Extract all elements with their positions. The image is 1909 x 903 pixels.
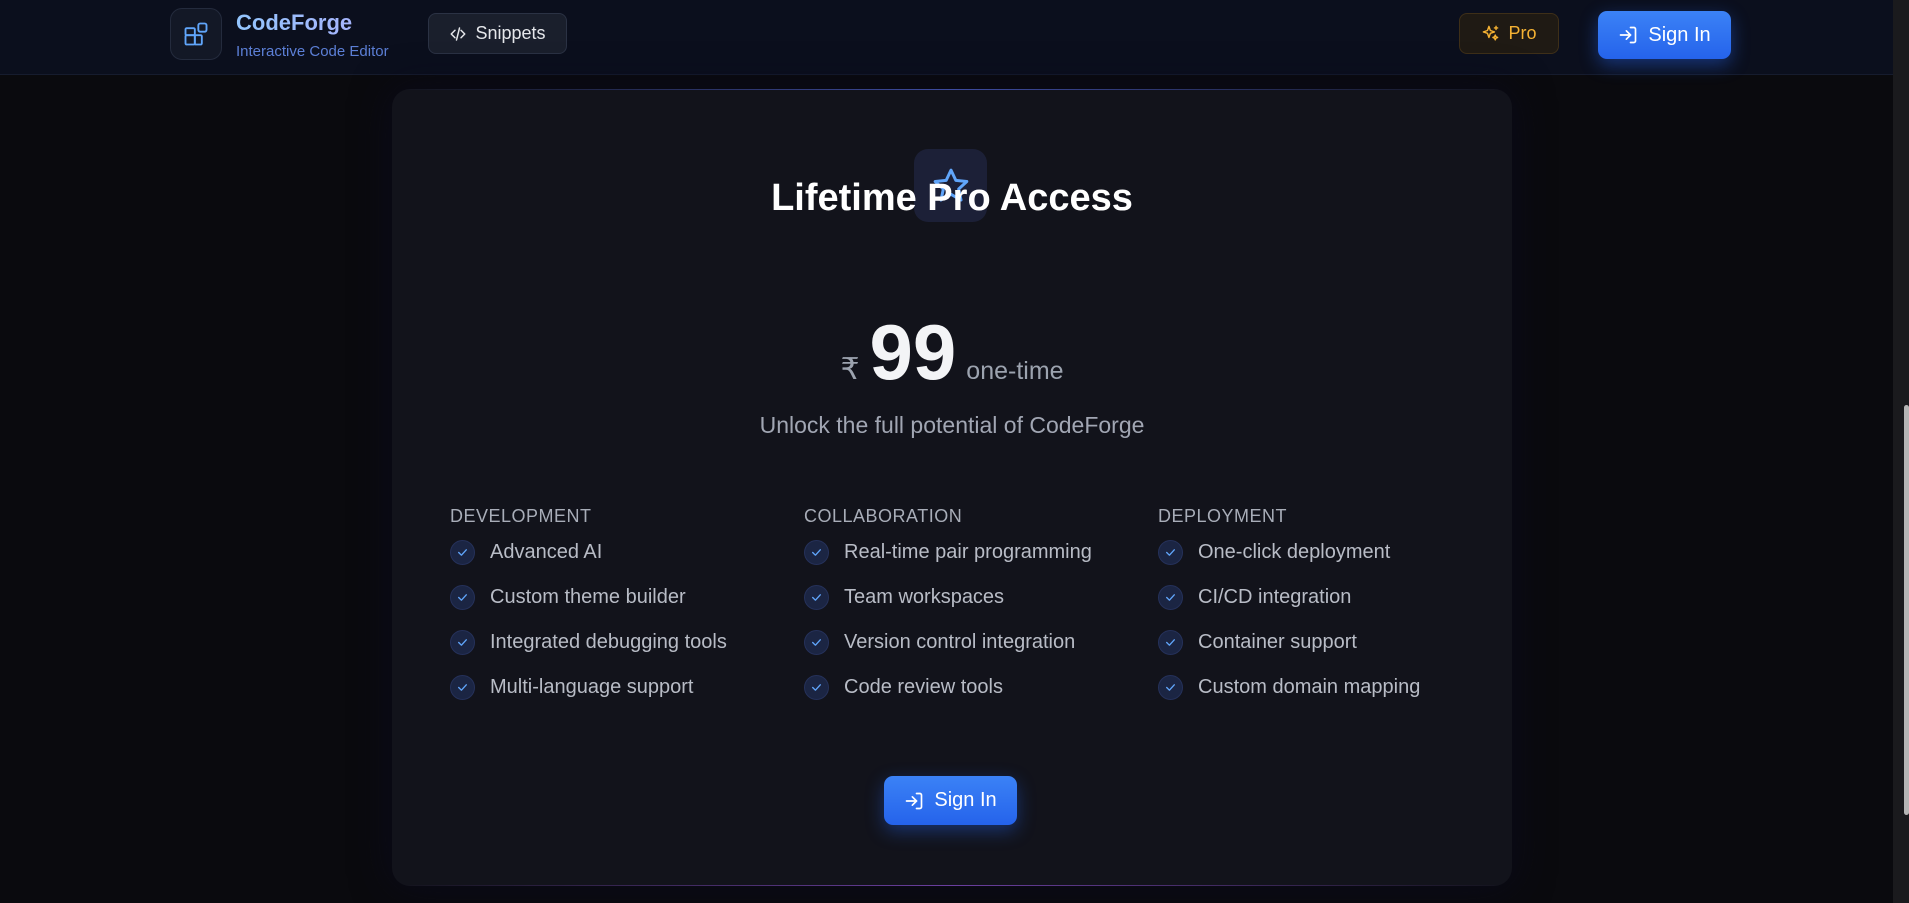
feature-label: CI/CD integration	[1198, 586, 1352, 608]
feature-item: Custom domain mapping	[1158, 665, 1488, 710]
feature-label: Multi-language support	[490, 676, 694, 698]
currency-symbol: ₹	[840, 353, 860, 386]
column-heading: DEVELOPMENT	[450, 506, 592, 526]
scrollbar-thumb[interactable]	[1904, 405, 1909, 815]
sign-in-icon	[1620, 26, 1637, 44]
feature-column-deployment: DEPLOYMENT One-click deployment CI/CD in…	[1158, 506, 1488, 710]
plan-title: Lifetime Pro Access	[771, 177, 1133, 219]
signin-button-header[interactable]: Sign In	[1598, 11, 1731, 59]
plan-tagline: Unlock the full potential of CodeForge	[759, 412, 1145, 438]
column-heading: DEPLOYMENT	[1158, 506, 1288, 526]
feature-item: Advanced AI	[450, 530, 780, 575]
snippets-button[interactable]: Snippets	[428, 13, 567, 54]
check-icon	[804, 675, 829, 700]
check-icon	[450, 630, 475, 655]
feature-label: Code review tools	[844, 676, 1003, 698]
check-icon	[1158, 585, 1183, 610]
feature-label: Custom theme builder	[490, 586, 686, 608]
pro-button[interactable]: Pro	[1459, 13, 1559, 54]
signin-button-card[interactable]: Sign In	[884, 776, 1017, 825]
check-icon	[804, 585, 829, 610]
check-icon	[1158, 675, 1183, 700]
feature-item: Code review tools	[804, 665, 1134, 710]
feature-label: Integrated debugging tools	[490, 631, 727, 653]
feature-label: Version control integration	[844, 631, 1076, 653]
code-icon	[450, 26, 466, 41]
feature-item: Real-time pair programming	[804, 530, 1134, 575]
feature-item: Team workspaces	[804, 575, 1134, 620]
feature-label: Container support	[1198, 631, 1357, 653]
check-icon	[450, 675, 475, 700]
feature-item: Multi-language support	[450, 665, 780, 710]
check-icon	[450, 585, 475, 610]
pro-label: Pro	[1508, 23, 1537, 43]
feature-label: Custom domain mapping	[1198, 676, 1421, 698]
feature-item: Integrated debugging tools	[450, 620, 780, 665]
check-icon	[1158, 630, 1183, 655]
brand-title[interactable]: CodeForge	[236, 10, 352, 36]
check-icon	[804, 540, 829, 565]
feature-label: One-click deployment	[1198, 541, 1391, 563]
feature-label: Team workspaces	[844, 586, 1005, 608]
blocks-logo-icon	[184, 22, 208, 46]
sparkles-icon	[1483, 25, 1499, 41]
check-icon	[1158, 540, 1183, 565]
feature-label: Real-time pair programming	[844, 541, 1092, 563]
feature-label: Advanced AI	[490, 541, 603, 563]
signin-label: Sign In	[1648, 23, 1711, 46]
feature-item: One-click deployment	[1158, 530, 1488, 575]
feature-column-development: DEVELOPMENT Advanced AI Custom theme bui…	[450, 506, 780, 710]
price-amount: 99	[869, 308, 957, 396]
feature-item: CI/CD integration	[1158, 575, 1488, 620]
feature-column-collaboration: COLLABORATION Real-time pair programming…	[804, 506, 1134, 710]
check-icon	[804, 630, 829, 655]
feature-item: Custom theme builder	[450, 575, 780, 620]
sign-in-icon	[906, 792, 923, 809]
card-top-glow	[392, 89, 1512, 90]
price-row: ₹ 99 one-time	[392, 313, 1512, 391]
logo[interactable]	[170, 8, 222, 60]
brand-subtitle: Interactive Code Editor	[236, 43, 389, 60]
price-period: one-time	[966, 357, 1064, 385]
snippets-label: Snippets	[475, 23, 546, 43]
card-bottom-glow	[392, 885, 1512, 886]
feature-item: Version control integration	[804, 620, 1134, 665]
column-heading: COLLABORATION	[804, 506, 963, 526]
check-icon	[450, 540, 475, 565]
top-navbar: CodeForge Interactive Code Editor Snippe…	[0, 0, 1893, 75]
pricing-card: Lifetime Pro Access ₹ 99 one-time Unlock…	[392, 89, 1512, 886]
signin-label: Sign In	[934, 789, 997, 811]
feature-item: Container support	[1158, 620, 1488, 665]
